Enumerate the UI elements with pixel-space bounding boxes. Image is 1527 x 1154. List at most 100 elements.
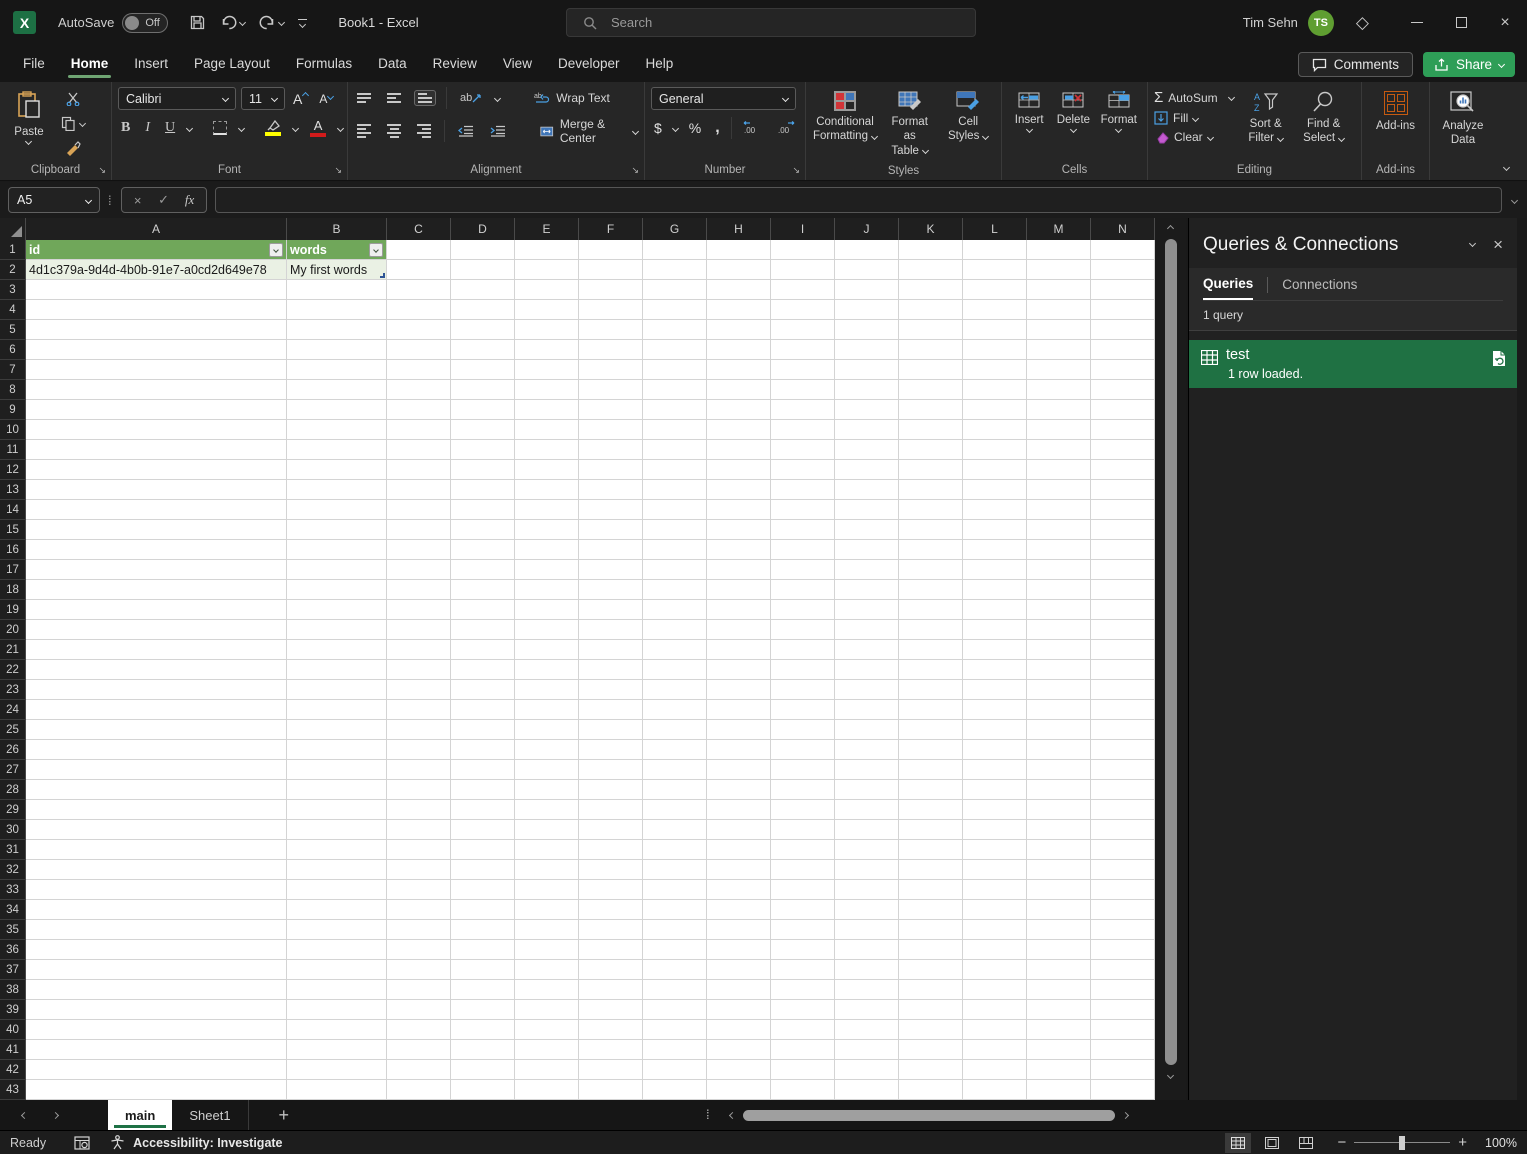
autosum-dropdown-icon[interactable] xyxy=(1227,93,1235,102)
cell-B29[interactable] xyxy=(287,800,387,820)
cell-N40[interactable] xyxy=(1091,1020,1155,1040)
cell-K39[interactable] xyxy=(899,1000,963,1020)
cell-I5[interactable] xyxy=(771,320,835,340)
cell-N24[interactable] xyxy=(1091,700,1155,720)
cell-E10[interactable] xyxy=(515,420,579,440)
cell-B11[interactable] xyxy=(287,440,387,460)
cell-K43[interactable] xyxy=(899,1080,963,1100)
tab-help[interactable]: Help xyxy=(633,47,687,80)
cell-H20[interactable] xyxy=(707,620,771,640)
cell-F14[interactable] xyxy=(579,500,643,520)
cell-A1[interactable]: id xyxy=(26,240,287,260)
cell-I9[interactable] xyxy=(771,400,835,420)
cell-M10[interactable] xyxy=(1027,420,1091,440)
tab-developer[interactable]: Developer xyxy=(545,47,633,80)
cell-C3[interactable] xyxy=(387,280,451,300)
cell-I39[interactable] xyxy=(771,1000,835,1020)
confirm-entry-icon[interactable]: ✓ xyxy=(152,192,176,208)
row-header-33[interactable]: 33 xyxy=(0,880,26,900)
cell-L40[interactable] xyxy=(963,1020,1027,1040)
cell-H13[interactable] xyxy=(707,480,771,500)
cell-D14[interactable] xyxy=(451,500,515,520)
cell-I4[interactable] xyxy=(771,300,835,320)
row-header-30[interactable]: 30 xyxy=(0,820,26,840)
row-header-1[interactable]: 1 xyxy=(0,240,26,260)
cell-K13[interactable] xyxy=(899,480,963,500)
column-header-B[interactable]: B xyxy=(287,218,387,240)
cell-E18[interactable] xyxy=(515,580,579,600)
row-header-2[interactable]: 2 xyxy=(0,260,26,280)
cell-G21[interactable] xyxy=(643,640,707,660)
cell-E4[interactable] xyxy=(515,300,579,320)
cell-H36[interactable] xyxy=(707,940,771,960)
cell-D35[interactable] xyxy=(451,920,515,940)
cell-I38[interactable] xyxy=(771,980,835,1000)
cell-M42[interactable] xyxy=(1027,1060,1091,1080)
cell-C24[interactable] xyxy=(387,700,451,720)
customize-qat-button[interactable] xyxy=(293,15,312,31)
cell-E37[interactable] xyxy=(515,960,579,980)
cell-N27[interactable] xyxy=(1091,760,1155,780)
format-painter-button[interactable] xyxy=(58,139,88,158)
cell-B2[interactable]: My first words xyxy=(287,260,387,280)
cell-D39[interactable] xyxy=(451,1000,515,1020)
cell-A4[interactable] xyxy=(26,300,287,320)
cell-F17[interactable] xyxy=(579,560,643,580)
cell-N31[interactable] xyxy=(1091,840,1155,860)
filter-button-B[interactable] xyxy=(369,243,383,257)
cell-F27[interactable] xyxy=(579,760,643,780)
cell-I32[interactable] xyxy=(771,860,835,880)
cell-M24[interactable] xyxy=(1027,700,1091,720)
cell-E8[interactable] xyxy=(515,380,579,400)
scroll-left-icon[interactable] xyxy=(728,1111,737,1119)
row-header-18[interactable]: 18 xyxy=(0,580,26,600)
cell-A9[interactable] xyxy=(26,400,287,420)
cell-N9[interactable] xyxy=(1091,400,1155,420)
cell-N41[interactable] xyxy=(1091,1040,1155,1060)
cell-G17[interactable] xyxy=(643,560,707,580)
cell-K10[interactable] xyxy=(899,420,963,440)
cell-I43[interactable] xyxy=(771,1080,835,1100)
row-header-10[interactable]: 10 xyxy=(0,420,26,440)
cell-D1[interactable] xyxy=(451,240,515,260)
cell-M16[interactable] xyxy=(1027,540,1091,560)
cancel-entry-icon[interactable]: × xyxy=(126,193,150,208)
cell-L27[interactable] xyxy=(963,760,1027,780)
cell-G11[interactable] xyxy=(643,440,707,460)
cell-A23[interactable] xyxy=(26,680,287,700)
cell-N23[interactable] xyxy=(1091,680,1155,700)
cell-J39[interactable] xyxy=(835,1000,899,1020)
cell-H31[interactable] xyxy=(707,840,771,860)
cell-G12[interactable] xyxy=(643,460,707,480)
cell-L33[interactable] xyxy=(963,880,1027,900)
cell-H41[interactable] xyxy=(707,1040,771,1060)
cell-N26[interactable] xyxy=(1091,740,1155,760)
cell-L2[interactable] xyxy=(963,260,1027,280)
cell-C32[interactable] xyxy=(387,860,451,880)
cell-C14[interactable] xyxy=(387,500,451,520)
cell-F38[interactable] xyxy=(579,980,643,1000)
expand-formula-bar-icon[interactable] xyxy=(1510,196,1519,204)
top-align-button[interactable] xyxy=(354,91,374,105)
wrap-text-button[interactable]: ab Wrap Text xyxy=(534,91,610,105)
cell-G1[interactable] xyxy=(643,240,707,260)
analyze-data-button[interactable]: Analyze Data xyxy=(1436,87,1490,160)
zoom-slider[interactable] xyxy=(1354,1135,1451,1150)
row-header-19[interactable]: 19 xyxy=(0,600,26,620)
cell-I29[interactable] xyxy=(771,800,835,820)
cell-A10[interactable] xyxy=(26,420,287,440)
cell-G8[interactable] xyxy=(643,380,707,400)
cell-B24[interactable] xyxy=(287,700,387,720)
add-sheet-button[interactable]: + xyxy=(279,1105,290,1126)
close-button[interactable]: × xyxy=(1483,0,1527,45)
cell-J13[interactable] xyxy=(835,480,899,500)
cell-H33[interactable] xyxy=(707,880,771,900)
cell-J36[interactable] xyxy=(835,940,899,960)
cell-H23[interactable] xyxy=(707,680,771,700)
cell-L6[interactable] xyxy=(963,340,1027,360)
cell-A26[interactable] xyxy=(26,740,287,760)
copy-dropdown-icon[interactable] xyxy=(78,119,87,128)
cell-A39[interactable] xyxy=(26,1000,287,1020)
cell-A7[interactable] xyxy=(26,360,287,380)
cell-N38[interactable] xyxy=(1091,980,1155,1000)
